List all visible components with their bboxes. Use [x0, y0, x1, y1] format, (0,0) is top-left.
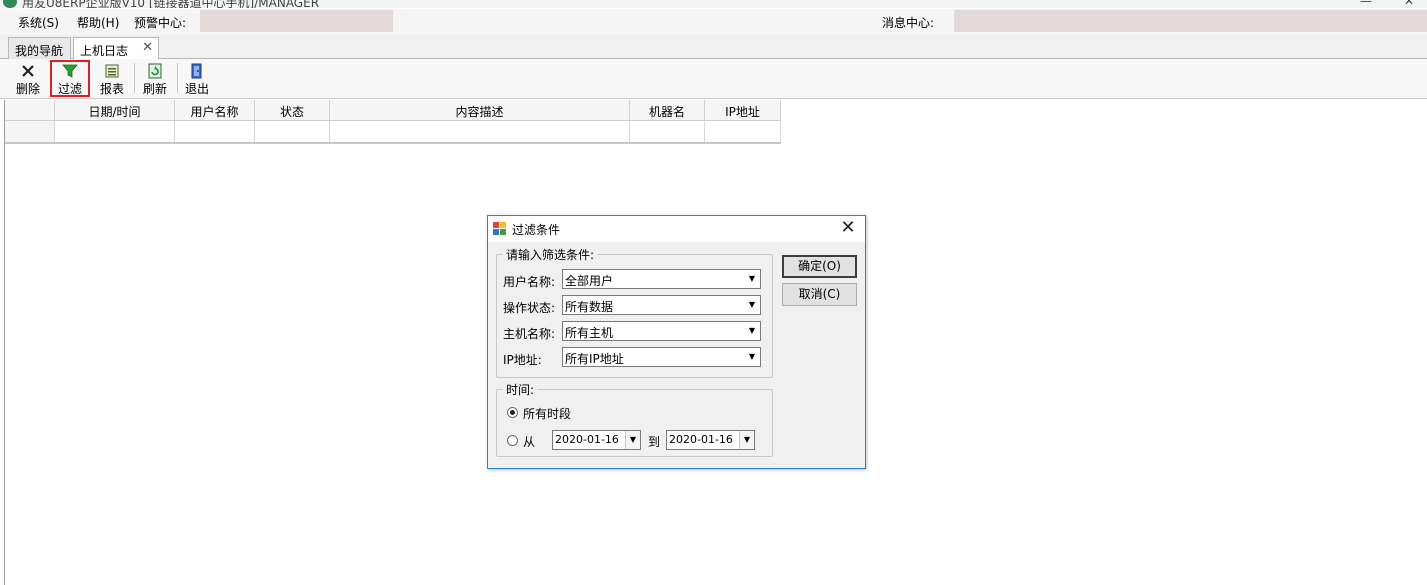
tab-label: 我的导航 — [15, 44, 64, 58]
host-name-label: 主机名称: — [503, 327, 556, 341]
menu-system[interactable]: 系统(S) — [18, 14, 59, 31]
dialog-title-bar[interactable]: 过滤条件 ✕ — [488, 216, 865, 242]
refresh-button[interactable]: 刷新 — [135, 60, 175, 97]
criteria-group: 请输入筛选条件: 用户名称: 全部用户 ▼ 操作状态: 所有数据 ▼ 主机名称:… — [496, 246, 773, 378]
chevron-down-icon[interactable]: ▼ — [744, 270, 760, 288]
to-date-picker[interactable]: 2020-01-16 ▼ — [666, 430, 755, 450]
column-description[interactable]: 内容描述 — [330, 100, 630, 121]
table-cell[interactable] — [330, 121, 630, 142]
log-grid: 日期/时间 用户名称 状态 内容描述 机器名 IP地址 — [5, 100, 781, 144]
chevron-down-icon[interactable]: ▼ — [625, 431, 640, 449]
dialog-app-icon — [493, 222, 506, 235]
filter-button[interactable]: 过滤 — [50, 60, 90, 97]
tab-login-log[interactable]: 上机日志 ✕ — [73, 37, 159, 60]
table-cell[interactable] — [55, 121, 175, 142]
from-date-picker[interactable]: 2020-01-16 ▼ — [552, 430, 641, 450]
column-status[interactable]: 状态 — [255, 100, 330, 121]
ip-address-value: 所有IP地址 — [565, 352, 624, 366]
column-ip-address[interactable]: IP地址 — [705, 100, 781, 121]
report-icon — [105, 64, 119, 78]
filter-funnel-icon — [62, 64, 78, 78]
criteria-group-legend: 请输入筛选条件: — [503, 246, 598, 263]
app-logo-icon — [3, 0, 17, 8]
from-date-value: 2020-01-16 — [555, 433, 619, 446]
time-group: 时间: 所有时段 从 2020-01-16 ▼ 到 2020-01-16 ▼ — [496, 381, 773, 457]
exit-door-icon — [191, 63, 202, 79]
delete-x-icon — [22, 65, 34, 77]
to-label: 到 — [648, 435, 661, 449]
close-tab-icon[interactable]: ✕ — [142, 40, 153, 55]
cancel-button[interactable]: 取消(C) — [782, 283, 857, 306]
exit-button[interactable]: 退出 — [177, 60, 217, 97]
all-periods-label[interactable]: 所有时段 — [523, 405, 571, 422]
window-title: 用友U8ERP企业版V10 [链接器道中心手机]/MANAGER — [22, 0, 320, 8]
chevron-down-icon[interactable]: ▼ — [739, 431, 754, 449]
tab-label: 上机日志 — [80, 44, 129, 58]
operation-status-value: 所有数据 — [565, 300, 614, 314]
all-periods-radio[interactable] — [507, 407, 518, 418]
menu-bar: 系统(S) 帮助(H) 预警中心: 消息中心: — [0, 9, 1427, 35]
window-title-bar: 用友U8ERP企业版V10 [链接器道中心手机]/MANAGER — ✕ — [0, 0, 1427, 8]
to-date-value: 2020-01-16 — [669, 433, 733, 446]
chevron-down-icon[interactable]: ▼ — [744, 348, 760, 366]
dialog-close-icon[interactable]: ✕ — [839, 218, 857, 238]
username-label: 用户名称: — [503, 275, 556, 289]
operation-status-label: 操作状态: — [503, 301, 556, 315]
close-window-button[interactable]: ✕ — [1404, 0, 1414, 8]
menu-help[interactable]: 帮助(H) — [77, 14, 119, 31]
delete-button[interactable]: 删除 — [8, 60, 48, 97]
table-cell[interactable] — [175, 121, 255, 142]
report-button[interactable]: 报表 — [92, 60, 132, 97]
column-machine-name[interactable]: 机器名 — [630, 100, 705, 121]
ip-address-select[interactable]: 所有IP地址 ▼ — [562, 347, 761, 367]
column-datetime[interactable]: 日期/时间 — [55, 100, 175, 121]
alert-center-label: 预警中心: — [134, 16, 187, 30]
ip-address-label: IP地址: — [503, 353, 542, 367]
table-cell[interactable] — [255, 121, 330, 142]
tab-my-navigation[interactable]: 我的导航 — [8, 37, 71, 59]
chevron-down-icon[interactable]: ▼ — [744, 296, 760, 314]
column-username[interactable]: 用户名称 — [175, 100, 255, 121]
from-label[interactable]: 从 — [523, 433, 535, 450]
operation-status-select[interactable]: 所有数据 ▼ — [562, 295, 761, 315]
filter-dialog: 过滤条件 ✕ 请输入筛选条件: 用户名称: 全部用户 ▼ 操作状态: 所有数据 … — [487, 215, 866, 469]
refresh-label: 刷新 — [142, 82, 167, 96]
username-value: 全部用户 — [565, 274, 614, 288]
chevron-down-icon[interactable]: ▼ — [744, 322, 760, 340]
filter-label: 过滤 — [57, 82, 82, 96]
row-header[interactable] — [5, 121, 55, 142]
report-label: 报表 — [99, 82, 124, 96]
table-cell[interactable] — [705, 121, 781, 142]
time-group-legend: 时间: — [503, 381, 538, 398]
alert-center-field[interactable] — [200, 10, 393, 32]
toolbar: 删除 过滤 报表 刷新 退出 — [0, 59, 1427, 99]
host-name-value: 所有主机 — [565, 326, 614, 340]
ok-button[interactable]: 确定(O) — [782, 255, 857, 278]
message-center-label: 消息中心: — [882, 16, 935, 30]
grid-corner — [5, 100, 55, 121]
host-name-select[interactable]: 所有主机 ▼ — [562, 321, 761, 341]
dialog-title: 过滤条件 — [512, 223, 561, 237]
username-select[interactable]: 全部用户 ▼ — [562, 269, 761, 289]
table-cell[interactable] — [630, 121, 705, 142]
date-range-radio[interactable] — [507, 435, 518, 446]
exit-label: 退出 — [184, 82, 209, 96]
message-center-field[interactable] — [954, 10, 1427, 32]
minimize-button[interactable]: — — [1360, 0, 1372, 8]
refresh-icon — [148, 63, 162, 79]
tab-bar: 我的导航 上机日志 ✕ — [0, 35, 1427, 60]
delete-label: 删除 — [15, 82, 40, 96]
